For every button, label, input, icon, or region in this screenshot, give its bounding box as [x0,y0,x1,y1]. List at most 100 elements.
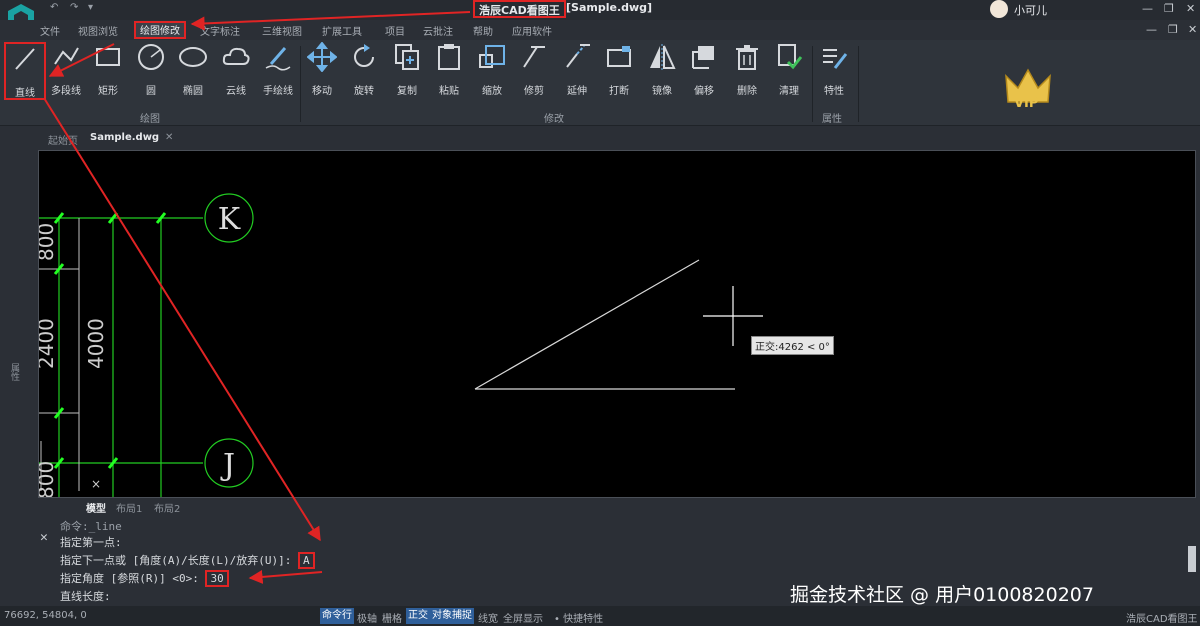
move-tool-label: 移动 [312,86,332,97]
menu-help[interactable]: 帮助 [473,23,493,38]
dimension-2400: 2400 [39,318,58,369]
axis-grid-lines [39,193,254,497]
status-toggle-ortho[interactable]: 正交 [406,608,430,624]
rotate-tool-button[interactable]: 旋转 [342,42,386,97]
ortho-tooltip: 正交:4262 < 0° [751,336,834,355]
coordinate-readout: 76692, 54804, 0 [4,610,87,621]
drawing-canvas[interactable]: K J 800 2400 4000 800 × 正交:4262 < 0° [38,150,1196,498]
menu-view-browse[interactable]: 视图浏览 [78,23,118,38]
paste-tool-button[interactable]: 粘贴 [427,42,471,97]
status-toggle-osnap[interactable]: 对象捕捉 [430,608,474,624]
avatar[interactable] [990,0,1008,18]
status-toggle-fullscreen[interactable]: 全屏显示 [503,610,543,625]
doc-restore-icon[interactable]: ❐ [1168,23,1178,36]
minimize-icon[interactable]: — [1142,2,1153,15]
vip-label[interactable]: VIP [1014,96,1038,111]
offset-tool-button[interactable]: 偏移 [682,42,726,97]
restore-icon[interactable]: ❐ [1164,2,1174,15]
dimension-800-bottom: 800 [39,461,58,498]
document-title: [Sample.dwg] [566,1,653,14]
purge-tool-label: 清理 [779,86,799,97]
menu-text-dimension[interactable]: 文字标注 [200,23,240,38]
menu-project[interactable]: 项目 [385,23,405,38]
command-close-icon[interactable]: ✕ [40,530,48,545]
ellipse-tool-button[interactable]: 椭圆 [171,42,215,97]
copy-tool-button[interactable]: 复制 [385,42,429,97]
trash-icon [736,45,758,70]
trim-icon [523,46,545,68]
property-panel-label[interactable]: 属性 [8,363,21,381]
line-tool-button[interactable]: 直线 [4,42,46,100]
purge-tool-button[interactable]: 清理 [767,42,811,97]
menu-apps[interactable]: 应用软件 [512,23,552,38]
command-scrollbar[interactable] [1186,522,1198,606]
cloud-icon [222,47,250,65]
tab-close-icon[interactable]: ✕ [165,132,173,143]
tab-layout1[interactable]: 布局1 [116,500,142,515]
redo-icon[interactable]: ↷ [70,2,78,13]
mirror-icon [650,44,676,70]
status-toggle-lineweight[interactable]: 线宽 [478,610,498,625]
freehand-tool-button[interactable]: 手绘线 [256,42,300,97]
tab-sample-dwg[interactable]: Sample.dwg [90,132,159,143]
rectangle-tool-button[interactable]: 矩形 [86,42,130,97]
delete-tool-button[interactable]: 删除 [725,42,769,97]
circle-tool-button[interactable]: 圆 [129,42,173,97]
tab-start-page[interactable]: 起始页 [48,132,78,147]
status-toggle-grid[interactable]: 栅格 [382,610,402,625]
tab-layout2[interactable]: 布局2 [154,500,180,515]
rotate-tool-label: 旋转 [354,86,374,97]
close-icon[interactable]: ✕ [1186,2,1195,15]
trim-tool-label: 修剪 [524,86,544,97]
purge-icon [778,44,803,70]
delete-tool-label: 删除 [737,86,757,97]
command-history-line: 命令:_line [60,520,122,533]
menu-3d-view[interactable]: 三维视图 [262,23,302,38]
menu-draw-modify[interactable]: 绘图修改 [134,21,186,39]
title-bar: ↶ ↷ ▾ 浩辰CAD看图王 [Sample.dwg] 小可儿 — ❐ ✕ [0,0,1200,34]
paste-tool-label: 粘贴 [439,86,459,97]
cloud-line-tool-label: 云线 [226,86,246,97]
quick-access-dropdown-icon[interactable]: ▾ [88,2,93,13]
status-toggle-command-line[interactable]: 命令行 [320,608,354,624]
left-panel-strip[interactable]: 属性 [0,149,36,609]
break-icon [607,46,631,67]
extend-tool-button[interactable]: 延伸 [555,42,599,97]
command-prompt-text: 指定角度 [参照(R)] <0>: [60,572,199,585]
trim-tool-button[interactable]: 修剪 [512,42,556,97]
extend-icon [566,44,590,68]
doc-close-icon[interactable]: ✕ [1188,23,1197,36]
properties-tool-label: 特性 [824,86,844,97]
command-answer-a: A [297,552,315,569]
status-toggle-quick-props[interactable]: • 快捷特性 [554,610,603,625]
properties-tool-button[interactable]: 特性 [812,42,856,97]
undo-icon[interactable]: ↶ [50,2,58,13]
menu-cloud-annotate[interactable]: 云批注 [423,23,453,38]
menu-extend-tools[interactable]: 扩展工具 [322,23,362,38]
scale-tool-label: 缩放 [482,86,502,97]
move-tool-button[interactable]: 移动 [300,41,344,97]
command-history-line: 指定角度 [参照(R)] <0>: 30 [60,570,229,587]
doc-minimize-icon[interactable]: — [1146,23,1157,36]
tab-model[interactable]: 模型 [86,500,106,515]
command-scrollbar-thumb[interactable] [1188,546,1196,572]
polyline-tool-button[interactable]: 多段线 [44,42,88,97]
status-toggle-polar[interactable]: 极轴 [357,610,377,625]
menu-file[interactable]: 文件 [40,23,60,38]
cloud-line-tool-button[interactable]: 云线 [214,42,258,97]
rectangle-tool-label: 矩形 [98,86,118,97]
drawing-svg: K J 800 2400 4000 800 × [39,193,763,498]
property-group-label: 属性 [822,114,842,125]
app-title: 浩辰CAD看图王 [473,0,566,18]
command-input-line[interactable]: 直线长度: [60,588,111,604]
break-tool-button[interactable]: 打断 [597,42,641,97]
user-name[interactable]: 小可儿 [1014,2,1047,18]
rotate-icon [354,44,374,67]
mirror-tool-button[interactable]: 镜像 [640,42,684,97]
properties-icon [823,49,848,69]
ucs-mark-icon: × [91,477,101,491]
paste-icon [438,44,460,70]
command-history-line: 指定下一点或 [角度(A)/长度(L)/放弃(U)]: A [60,552,315,569]
break-tool-label: 打断 [609,86,629,97]
scale-tool-button[interactable]: 缩放 [470,42,514,97]
